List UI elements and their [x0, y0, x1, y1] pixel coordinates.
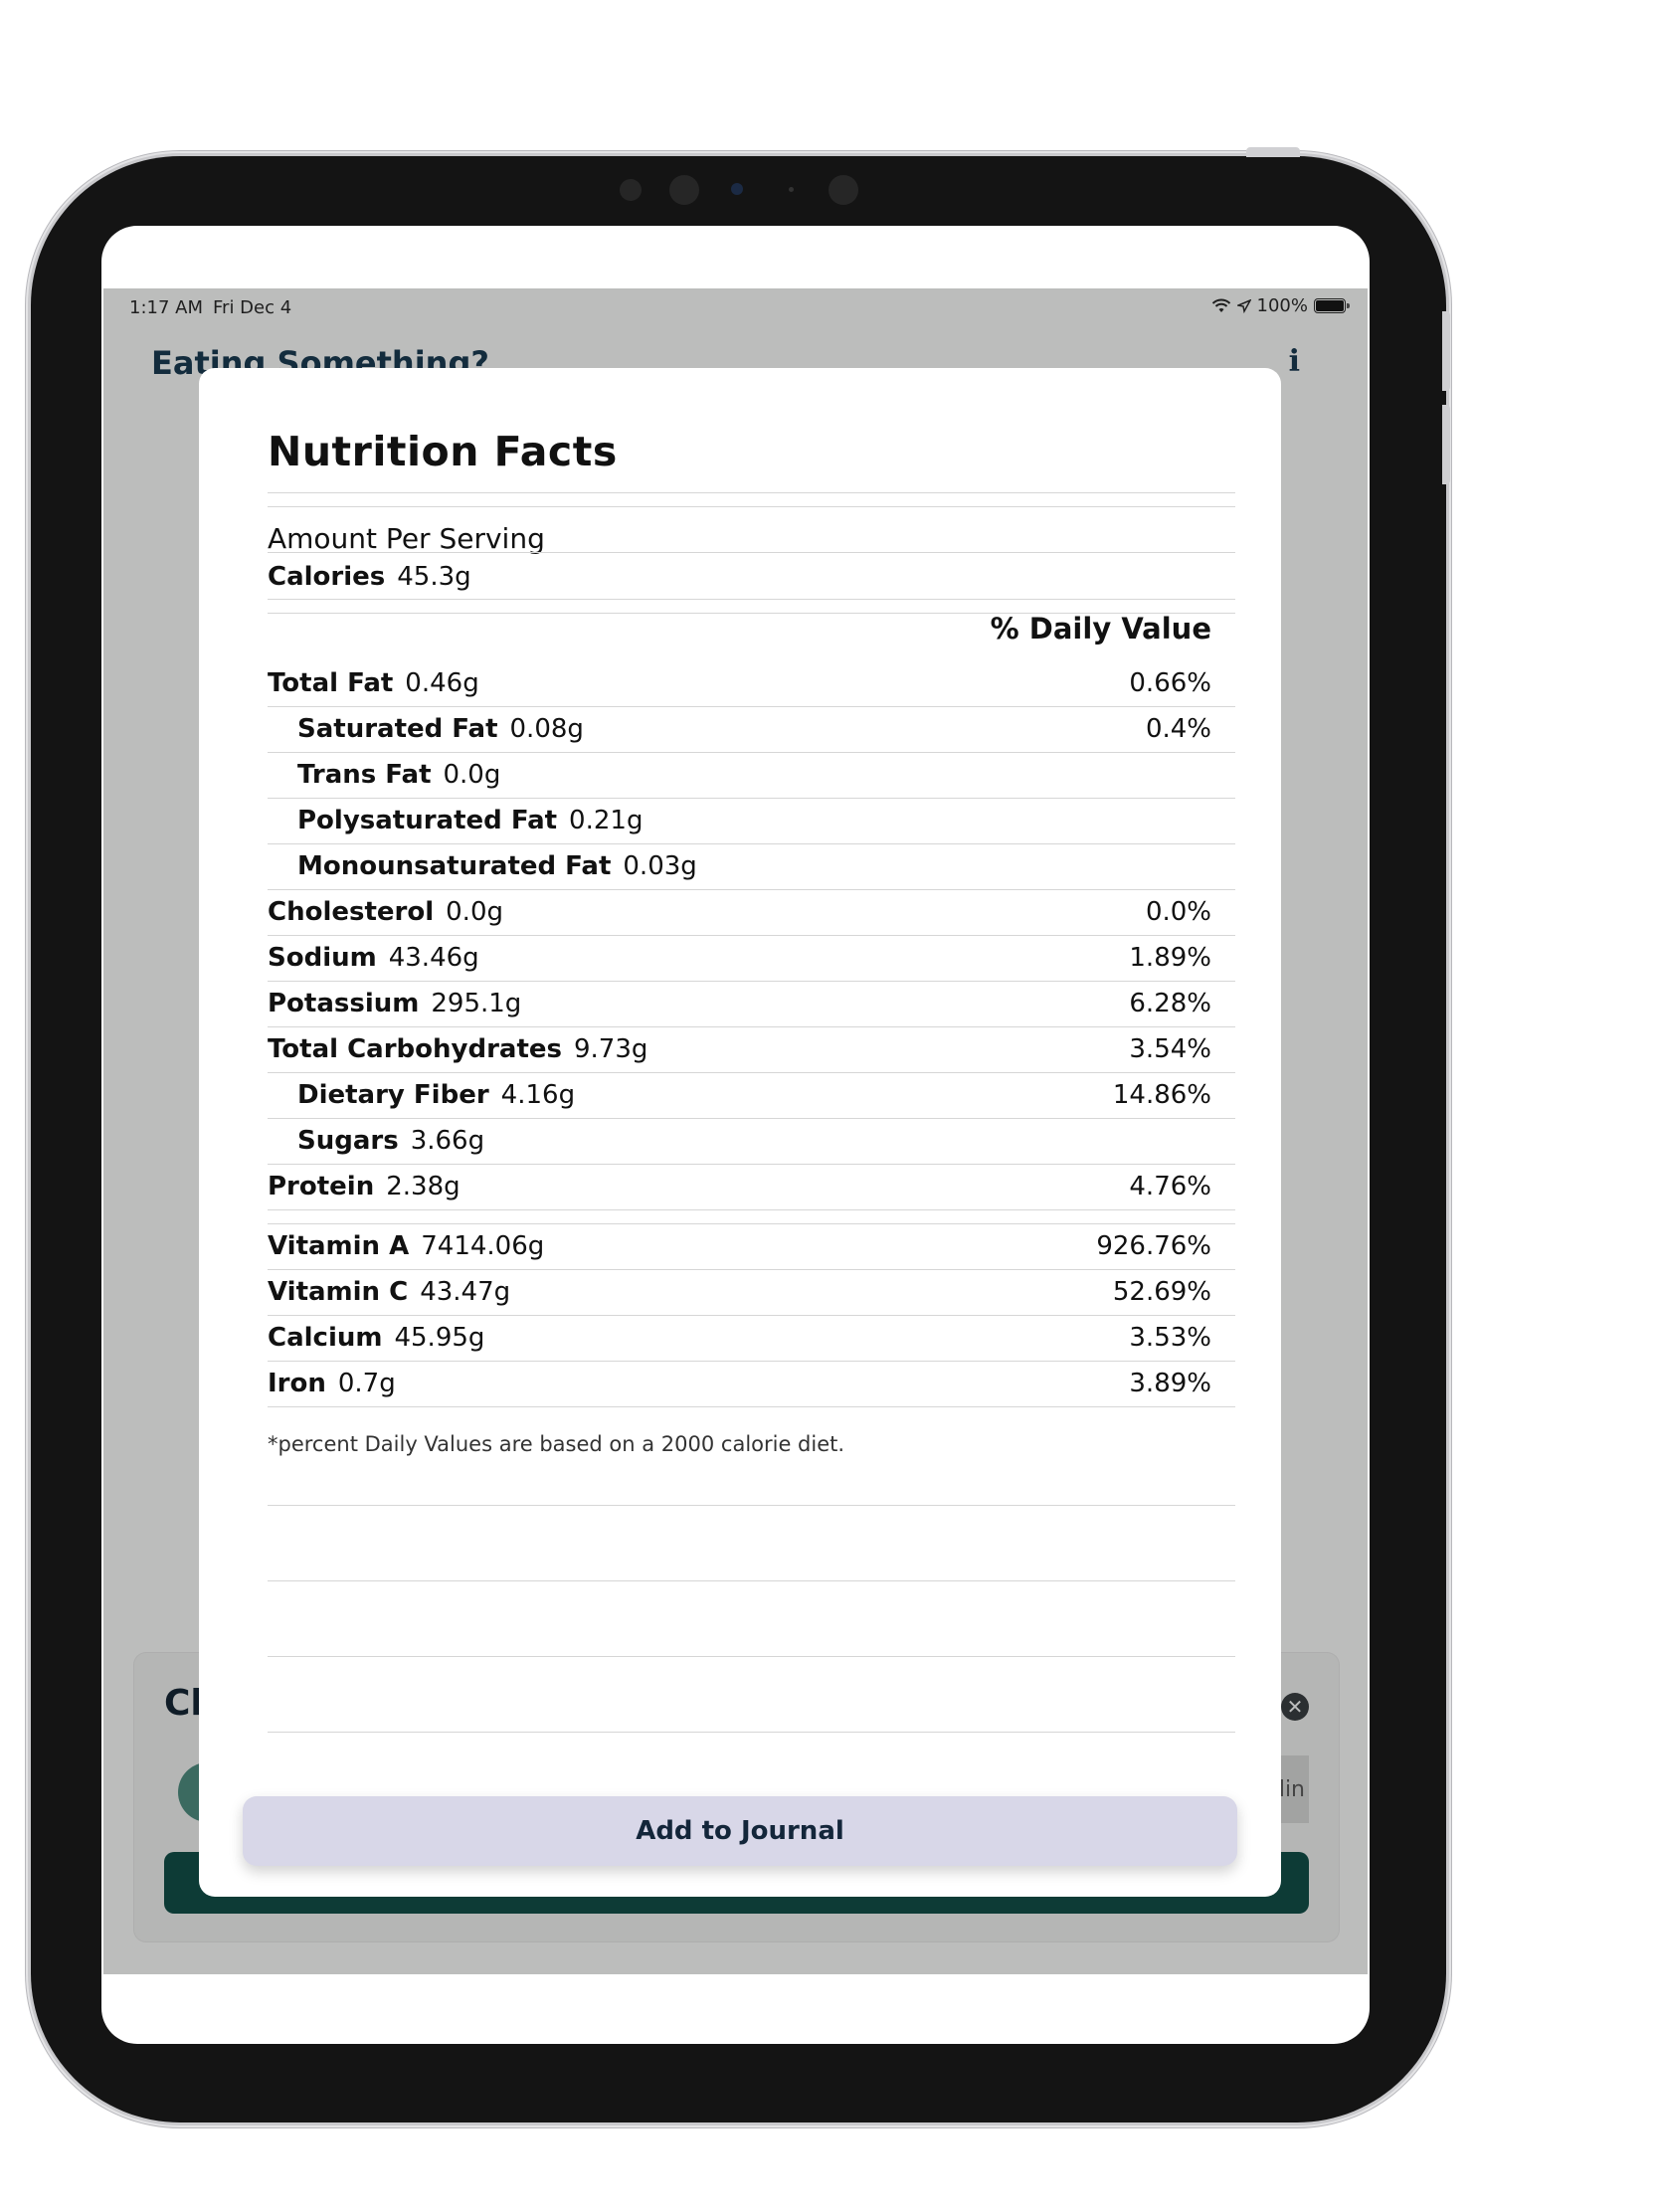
nutrient-label: Monounsaturated Fat: [297, 851, 612, 881]
sensor-dot: [829, 175, 858, 205]
sensor-dot: [789, 187, 794, 192]
nutrient-percent: 0.4%: [1145, 714, 1211, 744]
nutrient-percent: 3.54%: [1129, 1034, 1211, 1064]
sensor-dot: [669, 175, 699, 205]
nutrient-row: Sugars 3.66g: [268, 1119, 1211, 1163]
divider: [268, 552, 1235, 553]
nutrition-facts-title: Nutrition Facts: [268, 428, 618, 475]
nutrient-label: Sodium: [268, 943, 377, 973]
nutrient-label: Calcium: [268, 1323, 383, 1353]
nutrient-percent: 3.53%: [1129, 1323, 1211, 1353]
nutrient-label: Polysaturated Fat: [297, 806, 558, 835]
nutrient-row: Vitamin A 7414.06g 926.76%: [268, 1224, 1211, 1268]
nutrient-amount: 4.16g: [500, 1080, 576, 1110]
nutrient-row: Sodium 43.46g 1.89%: [268, 936, 1211, 980]
calories-label: Calories: [268, 562, 386, 592]
nutrient-row: Total Carbohydrates 9.73g 3.54%: [268, 1027, 1211, 1071]
nutrient-amount: 295.1g: [431, 989, 522, 1018]
nutrient-label: Sugars: [297, 1126, 399, 1156]
nutrient-amount: 0.7g: [337, 1369, 396, 1398]
divider: [268, 1209, 1235, 1210]
add-to-journal-button[interactable]: Add to Journal: [243, 1796, 1237, 1866]
nutrient-label: Total Carbohydrates: [268, 1034, 562, 1064]
nutrient-label: Vitamin C: [268, 1277, 409, 1307]
nutrient-label: Vitamin A: [268, 1231, 410, 1261]
nutrient-amount: 9.73g: [573, 1034, 648, 1064]
nutrient-amount: 0.03g: [623, 851, 697, 881]
nutrient-percent: 926.76%: [1096, 1231, 1211, 1261]
nutrient-amount: 0.08g: [509, 714, 584, 744]
nutrient-amount: 0.46g: [405, 668, 479, 698]
footnote: *percent Daily Values are based on a 200…: [268, 1432, 845, 1456]
nutrient-row: Trans Fat 0.0g: [268, 753, 1211, 797]
nutrient-amount: 2.38g: [386, 1172, 461, 1201]
info-icon[interactable]: i: [1289, 344, 1300, 379]
nutrient-row: Calcium 45.95g 3.53%: [268, 1316, 1211, 1360]
status-date: Fri Dec 4: [213, 297, 292, 318]
sensor-dot: [620, 179, 642, 201]
nutrient-label: Saturated Fat: [297, 714, 498, 744]
wifi-icon: [1211, 298, 1230, 312]
close-icon[interactable]: ✕: [1281, 1693, 1309, 1721]
nutrient-label: Dietary Fiber: [297, 1080, 489, 1110]
nutrition-facts-modal: Nutrition Facts Amount Per Serving Calor…: [199, 368, 1281, 1897]
nutrient-row: Protein 2.38g 4.76%: [268, 1165, 1211, 1208]
status-indicators: 100%: [1211, 295, 1350, 316]
divider: [268, 1580, 1235, 1581]
nutrient-label: Iron: [268, 1369, 326, 1398]
divider: [268, 599, 1235, 600]
nutrient-row: Vitamin C 43.47g 52.69%: [268, 1270, 1211, 1314]
nutrient-row: Cholesterol 0.0g 0.0%: [268, 890, 1211, 934]
calories-value: 45.3g: [397, 562, 471, 592]
nutrient-row: Potassium 295.1g 6.28%: [268, 982, 1211, 1025]
nutrient-amount: 7414.06g: [421, 1231, 545, 1261]
volume-down-button: [1442, 405, 1450, 484]
nutrient-percent: 52.69%: [1112, 1277, 1211, 1307]
nutrient-row: Total Fat 0.46g 0.66%: [268, 661, 1211, 705]
nutrient-percent: 3.89%: [1129, 1369, 1211, 1398]
divider: [268, 506, 1235, 507]
divider: [268, 1505, 1235, 1506]
nutrient-percent: 6.28%: [1129, 989, 1211, 1018]
volume-up-button: [1442, 311, 1450, 391]
nutrient-amount: 45.95g: [394, 1323, 485, 1353]
battery-percent: 100%: [1256, 295, 1308, 316]
amount-per-serving: Amount Per Serving: [268, 522, 545, 555]
camera-lens: [731, 183, 743, 195]
daily-value-header: % Daily Value: [990, 612, 1211, 645]
nutrient-label: Trans Fat: [297, 760, 432, 790]
divider: [268, 1732, 1235, 1733]
nutrient-percent: 0.66%: [1129, 668, 1211, 698]
nutrient-percent: 0.0%: [1145, 897, 1211, 927]
location-icon: [1236, 298, 1251, 313]
nutrient-amount: 3.66g: [410, 1126, 485, 1156]
nutrient-amount: 43.46g: [388, 943, 479, 973]
status-bar: 1:17 AM Fri Dec 4 100%: [103, 288, 1368, 324]
nutrient-row: Saturated Fat 0.08g 0.4%: [268, 707, 1211, 751]
status-time: 1:17 AM: [129, 297, 203, 318]
nutrient-amount: 0.0g: [446, 897, 503, 927]
battery-icon: [1314, 298, 1350, 313]
nutrient-label: Total Fat: [268, 668, 394, 698]
nutrient-label: Protein: [268, 1172, 375, 1201]
nutrient-amount: 0.21g: [569, 806, 644, 835]
nutrient-label: Cholesterol: [268, 897, 435, 927]
nutrient-row: Dietary Fiber 4.16g 14.86%: [268, 1073, 1211, 1117]
divider: [268, 1406, 1235, 1407]
nutrient-amount: 0.0g: [443, 760, 501, 790]
top-button: [1246, 147, 1300, 157]
nutrient-amount: 43.47g: [420, 1277, 511, 1307]
divider: [268, 1656, 1235, 1657]
screen: 1:17 AM Fri Dec 4 100% Eating Something?…: [101, 226, 1370, 2044]
divider: [268, 492, 1235, 493]
nutrient-percent: 4.76%: [1129, 1172, 1211, 1201]
calories-row: Calories 45.3g: [268, 555, 1211, 599]
nutrient-row: Iron 0.7g 3.89%: [268, 1362, 1211, 1405]
nutrient-label: Potassium: [268, 989, 420, 1018]
nutrient-row: Monounsaturated Fat 0.03g: [268, 844, 1211, 888]
nutrient-percent: 14.86%: [1112, 1080, 1211, 1110]
nutrient-row: Polysaturated Fat 0.21g: [268, 799, 1211, 842]
nutrient-percent: 1.89%: [1129, 943, 1211, 973]
